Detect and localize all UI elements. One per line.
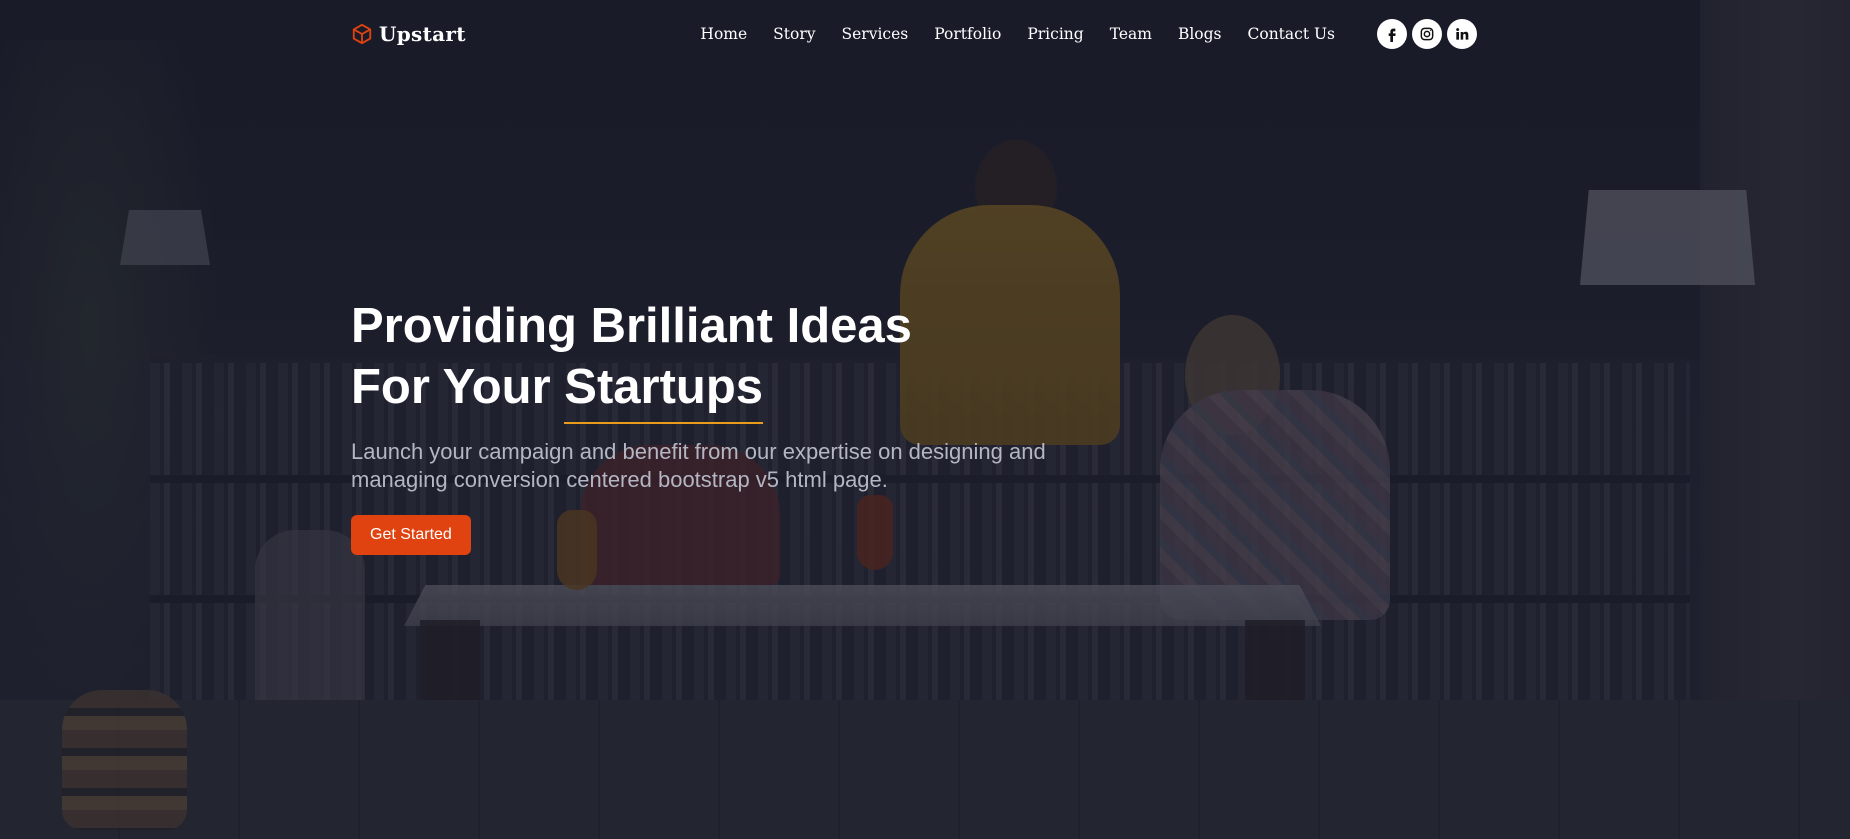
nav-link-team[interactable]: Team — [1097, 25, 1165, 43]
hero-title: Providing Brilliant Ideas For Your Start… — [351, 296, 1151, 424]
nav-link-contact-us[interactable]: Contact Us — [1235, 25, 1336, 43]
hero-title-line1: Providing Brilliant Ideas — [351, 299, 912, 353]
navbar: Upstart Home Story Services Portfolio Pr… — [351, 16, 1477, 52]
hero-content: Providing Brilliant Ideas For Your Start… — [351, 296, 1151, 555]
nav-link-home[interactable]: Home — [687, 25, 760, 43]
get-started-button[interactable]: Get Started — [351, 515, 471, 555]
nav-link-story[interactable]: Story — [760, 25, 828, 43]
brand-name: Upstart — [379, 22, 466, 46]
brand-logo[interactable]: Upstart — [351, 22, 466, 46]
nav-link-portfolio[interactable]: Portfolio — [921, 25, 1014, 43]
nav-menu: Home Story Services Portfolio Pricing Te… — [687, 25, 1335, 44]
instagram-icon — [1419, 26, 1435, 42]
hero-title-line2-prefix: For Your — [351, 360, 565, 414]
hero-subtitle: Launch your campaign and benefit from ou… — [351, 439, 1046, 492]
facebook-button[interactable] — [1377, 19, 1407, 49]
linkedin-button[interactable] — [1447, 19, 1477, 49]
nav-link-pricing[interactable]: Pricing — [1014, 25, 1096, 43]
nav-link-blogs[interactable]: Blogs — [1165, 25, 1235, 43]
linkedin-icon — [1454, 26, 1470, 42]
instagram-button[interactable] — [1412, 19, 1442, 49]
hero-title-highlight: Startups — [564, 357, 763, 424]
nav-link-services[interactable]: Services — [829, 25, 922, 43]
facebook-icon — [1384, 26, 1400, 42]
social-links — [1377, 19, 1477, 49]
cube-icon — [351, 23, 373, 45]
hero-section: Upstart Home Story Services Portfolio Pr… — [0, 0, 1850, 839]
